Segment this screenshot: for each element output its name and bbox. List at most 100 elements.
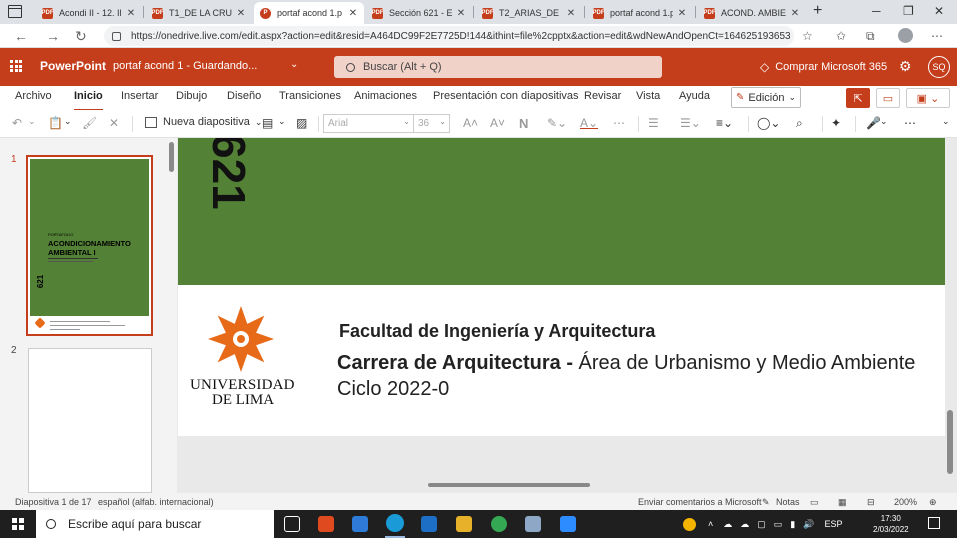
- section-number[interactable]: 621: [196, 138, 256, 210]
- find-icon[interactable]: ⌕: [796, 116, 803, 131]
- windows-start-icon[interactable]: [12, 518, 24, 530]
- shapes-icon[interactable]: ◯⌄: [757, 116, 780, 130]
- bold-icon[interactable]: N: [519, 116, 528, 131]
- clock[interactable]: 17:30 2/03/2022: [873, 513, 909, 535]
- reading-view-icon[interactable]: ⊟: [867, 497, 875, 508]
- close-icon[interactable]: ✕: [348, 8, 358, 19]
- new-slide-button[interactable]: Nueva diapositiva ⌄: [145, 116, 262, 128]
- collections-icon[interactable]: ⧉: [866, 29, 875, 44]
- close-icon[interactable]: ✕: [236, 8, 246, 19]
- feedback-link[interactable]: Enviar comentarios a Microsoft: [638, 497, 762, 507]
- designer-icon[interactable]: ✦: [831, 116, 841, 130]
- zoom-level[interactable]: 200%: [894, 497, 917, 507]
- search-box[interactable]: Buscar (Alt + Q): [334, 56, 662, 78]
- weather-icon[interactable]: [683, 517, 696, 531]
- font-color-icon[interactable]: A⌄: [580, 116, 598, 130]
- undo-icon[interactable]: ↶: [12, 116, 22, 130]
- chevron-up-icon[interactable]: ˄: [708, 519, 713, 529]
- tab-animaciones[interactable]: Animaciones: [354, 90, 417, 102]
- close-icon[interactable]: ✕: [677, 8, 687, 19]
- back-icon[interactable]: ←: [14, 28, 28, 44]
- app-launcher-icon[interactable]: [10, 60, 22, 72]
- more-font-options-icon[interactable]: ⋯: [613, 116, 625, 130]
- faculty-heading[interactable]: Facultad de Ingeniería y Arquitectura: [339, 321, 655, 342]
- font-name-select[interactable]: Arial ⌄: [323, 114, 414, 133]
- tab-dibujo[interactable]: Dibujo: [176, 90, 207, 102]
- numbering-icon[interactable]: ☰⌄: [680, 116, 701, 130]
- tab-archivo[interactable]: Archivo: [15, 90, 52, 102]
- taskbar-search[interactable]: Escribe aquí para buscar: [36, 510, 274, 538]
- notifications-icon[interactable]: [928, 517, 940, 529]
- comments-button[interactable]: ▭: [876, 88, 900, 108]
- profile-avatar[interactable]: [898, 28, 913, 43]
- share-button[interactable]: ⇱: [846, 88, 870, 108]
- highlight-icon[interactable]: ✎⌄: [547, 116, 567, 130]
- cycle-line[interactable]: Ciclo 2022-0: [337, 378, 449, 401]
- zoom-app-icon[interactable]: [560, 516, 576, 532]
- file-explorer-icon[interactable]: [456, 516, 472, 532]
- career-line[interactable]: Carrera de Arquitectura - Área de Urbani…: [337, 352, 915, 375]
- language-status[interactable]: español (alfab. internacional): [98, 497, 214, 507]
- close-icon[interactable]: ✕: [566, 8, 576, 19]
- slide-canvas[interactable]: 621 UNIVERSIDAD DE LIMA Facultad de Inge…: [178, 138, 945, 436]
- browser-tab[interactable]: PDF Sección 621 - Exi ✕: [366, 2, 472, 24]
- cloud-icon[interactable]: ☁: [740, 519, 749, 530]
- forward-icon[interactable]: →: [46, 28, 60, 44]
- user-avatar[interactable]: SQ: [928, 56, 950, 78]
- restore-icon[interactable]: ❐: [903, 4, 914, 18]
- shrink-font-icon[interactable]: A˅: [490, 116, 505, 130]
- gear-icon[interactable]: ⚙: [899, 58, 912, 75]
- slide-thumbnail-1[interactable]: PORTAFOLIO ACONDICIONAMIENTO AMBIENTAL I…: [26, 155, 153, 336]
- more-icon[interactable]: ⋯: [931, 29, 943, 43]
- language-indicator[interactable]: ESP: [824, 519, 842, 529]
- browser-tab[interactable]: PDF Acondi II - 12. Ilu ✕: [36, 2, 142, 24]
- tab-vista[interactable]: Vista: [636, 90, 660, 102]
- office-icon[interactable]: [318, 516, 334, 532]
- task-view-icon[interactable]: [284, 516, 300, 532]
- browser-tab[interactable]: PDF T2_ARIAS_DE LA ✕: [476, 2, 582, 24]
- browser-tab-active[interactable]: P portaf acond 1.p ✕: [254, 2, 364, 24]
- remote-desktop-icon[interactable]: [525, 516, 541, 532]
- close-icon[interactable]: ✕: [456, 8, 466, 19]
- grow-font-icon[interactable]: A˄: [463, 116, 478, 130]
- minimize-icon[interactable]: ─: [872, 4, 881, 18]
- format-painter-icon[interactable]: 🖌: [82, 116, 97, 130]
- vertical-scrollbar[interactable]: [947, 410, 953, 474]
- more-options-icon[interactable]: ⋯: [904, 116, 916, 130]
- browser-tab[interactable]: PDF portaf acond 1.p ✕: [587, 2, 693, 24]
- refresh-icon[interactable]: ↻: [75, 28, 87, 45]
- tab-presentacion[interactable]: Presentación con diapositivas: [433, 90, 579, 102]
- browser-tab[interactable]: PDF T1_DE LA CRUZ_L ✕: [146, 2, 252, 24]
- document-title[interactable]: portaf acond 1 - Guardando...: [113, 60, 257, 72]
- horizontal-scrollbar[interactable]: [428, 483, 590, 487]
- url-field[interactable]: https://onedrive.live.com/edit.aspx?acti…: [104, 26, 794, 46]
- notes-icon[interactable]: ✎: [762, 497, 770, 508]
- collapse-ribbon-icon[interactable]: ⌄: [942, 116, 950, 127]
- tab-diseno[interactable]: Diseño: [227, 90, 261, 102]
- buy-microsoft-365-link[interactable]: ◇ Comprar Microsoft 365: [760, 60, 887, 74]
- close-window-icon[interactable]: ✕: [934, 4, 944, 18]
- mail-icon[interactable]: [421, 516, 437, 532]
- chevron-down-icon[interactable]: ⌄: [290, 59, 298, 70]
- clipboard-icon[interactable]: 📋: [48, 116, 63, 130]
- tab-inicio[interactable]: Inicio: [74, 90, 103, 111]
- slide-sorter-icon[interactable]: ▦: [838, 497, 847, 508]
- thumbnail-scrollbar[interactable]: [168, 138, 177, 493]
- tab-ayuda[interactable]: Ayuda: [679, 90, 710, 102]
- close-icon[interactable]: ✕: [790, 8, 800, 19]
- dictate-icon[interactable]: 🎤: [866, 116, 881, 130]
- edge-icon[interactable]: [386, 514, 404, 532]
- chevron-down-icon[interactable]: ⌄: [880, 116, 888, 127]
- tab-transiciones[interactable]: Transiciones: [279, 90, 341, 102]
- bullets-icon[interactable]: ☰: [648, 116, 659, 130]
- store-icon[interactable]: [352, 516, 368, 532]
- browser-tab[interactable]: PDF ACOND. AMBIEN ✕: [698, 2, 806, 24]
- present-button[interactable]: ▣ ⌄: [906, 88, 950, 108]
- tab-insertar[interactable]: Insertar: [121, 90, 158, 102]
- clear-icon[interactable]: ✕: [109, 116, 119, 130]
- new-tab-button[interactable]: +: [813, 2, 822, 20]
- picture-icon[interactable]: ▨: [296, 116, 307, 130]
- layout-icon[interactable]: ▤: [262, 116, 273, 130]
- slide-thumbnail-2[interactable]: [28, 348, 152, 493]
- chevron-down-icon[interactable]: ⌄: [278, 116, 286, 127]
